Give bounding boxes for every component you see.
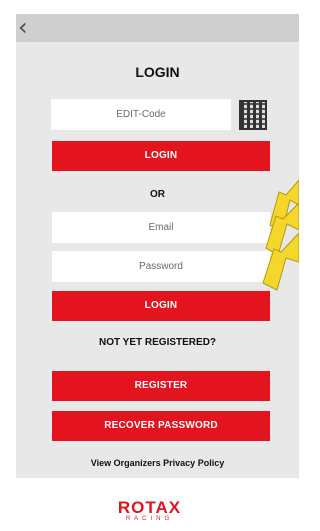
annotation-arrows xyxy=(262,179,299,291)
